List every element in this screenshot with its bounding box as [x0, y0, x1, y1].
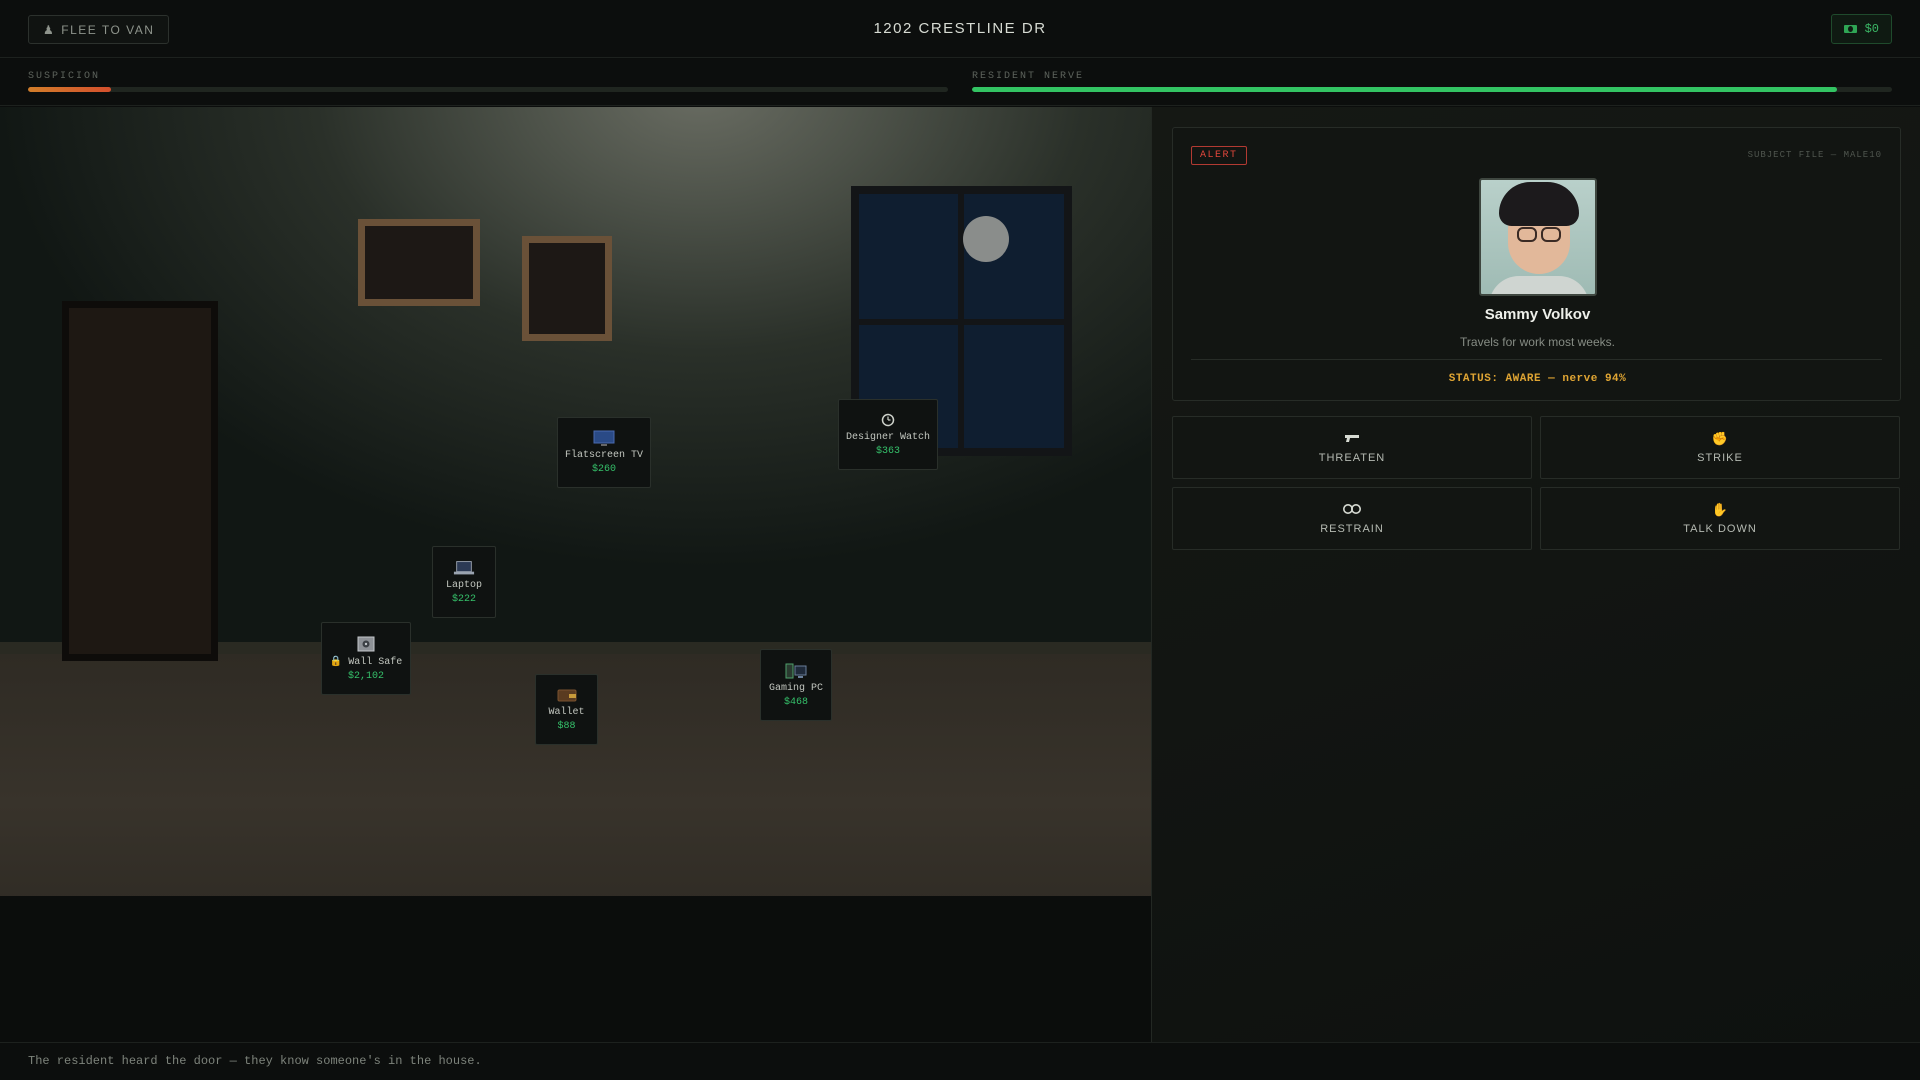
loot-designer-watch[interactable]: Designer Watch $363 [838, 399, 938, 470]
threaten-button[interactable]: THREATEN [1172, 416, 1532, 479]
loot-value: $468 [783, 696, 808, 708]
suspicion-label: SUSPICION [28, 71, 101, 82]
loot-value: $363 [875, 446, 900, 457]
watch-icon [877, 412, 899, 428]
loot-value: $222 [451, 593, 476, 605]
loot-laptop[interactable]: Laptop $222 [432, 546, 496, 618]
laptop-icon [453, 560, 475, 576]
encounter-panel: ALERT SUBJECT FILE — MALE10 Sammy Volkov… [1151, 107, 1920, 1042]
nerve-meter: RESIDENT NERVE [972, 71, 1892, 92]
handcuffs-icon [1342, 503, 1362, 517]
suspicion-track [28, 87, 948, 92]
strike-button[interactable]: ✊ STRIKE [1540, 416, 1900, 479]
flee-to-van-label: FLEE TO VAN [61, 22, 155, 37]
restrain-button[interactable]: RESTRAIN [1172, 487, 1532, 550]
subject-file-label: SUBJECT FILE — MALE10 [1747, 150, 1882, 160]
event-log: The resident heard the door — they know … [0, 1042, 1920, 1080]
picture-frame-right [522, 236, 612, 341]
nerve-fill [972, 87, 1837, 92]
gun-icon [1344, 432, 1360, 446]
moon [963, 216, 1009, 262]
room-door [62, 301, 218, 661]
nerve-track [972, 87, 1892, 92]
cash-icon [1843, 25, 1857, 33]
loot-flatscreen-tv[interactable]: Flatscreen TV $260 [557, 417, 651, 488]
safe-icon [355, 636, 377, 652]
subject-status: STATUS: AWARE — nerve 94% [1448, 373, 1627, 385]
picture-frame-left [358, 219, 480, 306]
loot-name: Designer Watch [845, 432, 930, 443]
house-scene: Flatscreen TV $260 Designer Watch $363 L… [0, 107, 1151, 896]
talk-down-label: TALK DOWN [1683, 522, 1757, 535]
loot-value: $260 [591, 464, 616, 475]
lock-icon: 🔒 [329, 656, 343, 668]
loot-value: $88 [557, 721, 576, 732]
loot-gaming-pc[interactable]: Gaming PC $468 [760, 649, 832, 721]
subject-card: ALERT SUBJECT FILE — MALE10 Sammy Volkov… [1172, 127, 1901, 401]
event-log-message: The resident heard the door — they know … [28, 1054, 482, 1068]
loot-name: Gaming PC [768, 682, 823, 694]
card-divider [1191, 359, 1882, 360]
alert-badge: ALERT [1191, 146, 1247, 165]
nerve-label: RESIDENT NERVE [972, 71, 1085, 82]
suspicion-fill [28, 87, 111, 92]
flee-to-van-button[interactable]: ♟ FLEE TO VAN [28, 15, 170, 44]
subject-bio: Travels for work most weeks. [1460, 335, 1615, 349]
fist-icon: ✊ [1711, 430, 1729, 446]
talk-down-button[interactable]: ✋ TALK DOWN [1540, 487, 1900, 550]
loot-name: Wallet [548, 707, 585, 718]
tv-icon [593, 430, 615, 446]
computer-icon [785, 663, 807, 679]
restrain-label: RESTRAIN [1320, 522, 1384, 535]
suspicion-meter: SUSPICION [28, 71, 948, 92]
person-icon: ♟ [43, 22, 56, 37]
loot-name: Laptop [445, 579, 482, 591]
top-bar: ♟ FLEE TO VAN 1202 CRESTLINE DR $0 [0, 0, 1920, 58]
loot-name: Flatscreen TV [564, 450, 643, 461]
subject-avatar [1479, 178, 1597, 296]
wallet-icon [556, 687, 578, 703]
cash-display: $0 [1830, 14, 1892, 44]
meters-bar: SUSPICION RESIDENT NERVE [0, 59, 1920, 106]
strike-label: STRIKE [1697, 451, 1743, 464]
subject-name: Sammy Volkov [1484, 306, 1591, 323]
hand-icon: ✋ [1711, 501, 1729, 517]
cash-amount: $0 [1864, 22, 1879, 36]
loot-name: 🔒 Wall Safe [329, 656, 403, 668]
address-title: 1202 CRESTLINE DR [873, 20, 1047, 37]
loot-value: $2,102 [347, 670, 384, 682]
threaten-label: THREATEN [1318, 451, 1386, 464]
loot-wallet[interactable]: Wallet $88 [535, 674, 598, 745]
loot-wall-safe[interactable]: 🔒 Wall Safe $2,102 [321, 622, 411, 695]
